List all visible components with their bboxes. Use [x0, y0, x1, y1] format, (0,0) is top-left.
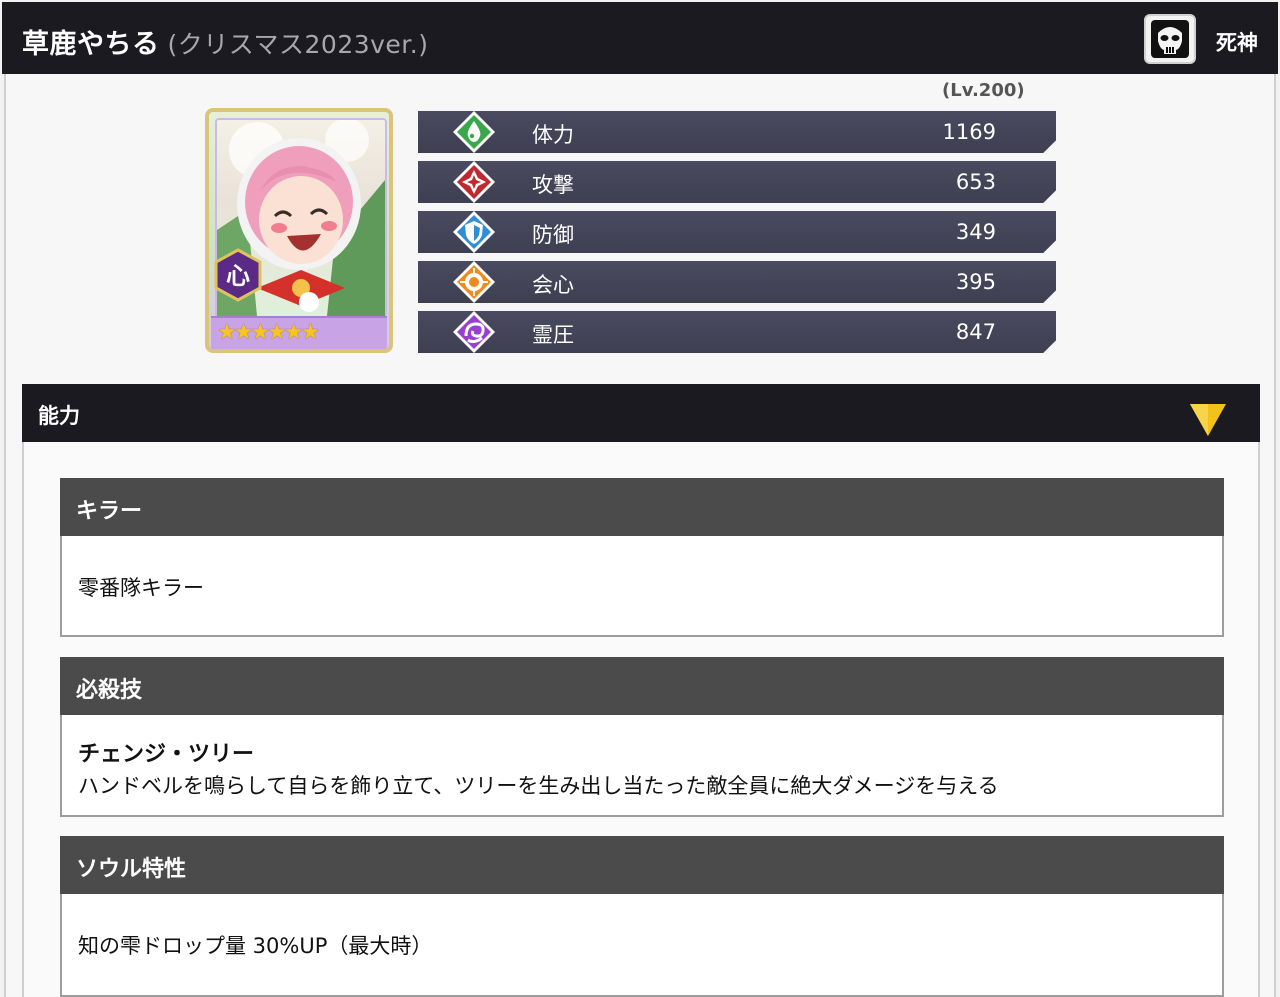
svg-text:心: 心 [226, 262, 250, 290]
section-title: ソウル特性 [76, 857, 187, 882]
stat-label: 防御 [532, 223, 574, 247]
stat-row-attack: 攻撃 653 [418, 161, 1056, 203]
level-label: (Lv.200) [942, 80, 1025, 101]
stat-value: 653 [955, 170, 996, 194]
faction-label: 死神 [1216, 31, 1258, 55]
stat-value: 1169 [942, 120, 996, 144]
page: 草鹿やちる (クリスマス2023ver.) 死神 心 ★★★★★★ (Lv.20… [0, 0, 1280, 997]
stat-value: 847 [955, 320, 996, 344]
section-header-soul: ソウル特性 [60, 836, 1224, 894]
character-name: 草鹿やちる [22, 29, 160, 60]
rarity-stars: ★★★★★★ [217, 320, 320, 345]
character-header: 草鹿やちる (クリスマス2023ver.) 死神 [2, 2, 1278, 74]
section-title: 必殺技 [76, 678, 143, 703]
stat-label: 霊圧 [532, 323, 574, 347]
section-body-special: チェンジ・ツリー ハンドベルを鳴らして自らを飾り立て、ツリーを生み出し当たった敵… [60, 715, 1224, 817]
skull-mask-icon [1144, 14, 1196, 64]
hp-drop-icon [452, 111, 496, 153]
ability-title: 能力 [38, 404, 80, 428]
section-header-special: 必殺技 [60, 657, 1224, 715]
character-card: 心 ★★★★★★ [205, 108, 393, 353]
stat-row-defense: 防御 349 [418, 211, 1056, 253]
stat-label: 攻撃 [532, 173, 574, 197]
stat-value: 349 [955, 220, 996, 244]
stat-value: 395 [955, 270, 996, 294]
ability-header[interactable]: 能力 [22, 384, 1260, 442]
character-version: (クリスマス2023ver.) [167, 30, 429, 59]
character-title: 草鹿やちる (クリスマス2023ver.) [22, 22, 429, 61]
spirit-pressure-icon [452, 311, 496, 353]
section-body-soul: 知の雫ドロップ量 30%UP（最大時） [60, 894, 1224, 997]
stat-label: 体力 [532, 123, 574, 147]
stat-row-hp: 体力 1169 [418, 111, 1056, 153]
section-text: 零番隊キラー [78, 576, 204, 600]
section-header-killer: キラー [60, 478, 1224, 536]
section-title: キラー [76, 499, 143, 524]
section-text: ハンドベルを鳴らして自らを飾り立て、ツリーを生み出し当たった敵全員に絶大ダメージ… [78, 774, 999, 798]
stat-row-spirit: 霊圧 847 [418, 311, 1056, 353]
rarity-bar: ★★★★★★ [211, 316, 387, 349]
defense-shield-icon [452, 211, 496, 253]
section-body-killer: 零番隊キラー [60, 536, 1224, 637]
collapse-triangle-icon[interactable] [1188, 402, 1228, 438]
attack-icon [452, 161, 496, 203]
section-text: 知の雫ドロップ量 30%UP（最大時） [78, 934, 433, 958]
critical-icon [452, 261, 496, 303]
skill-name: チェンジ・ツリー [78, 742, 255, 767]
stat-row-critical: 会心 395 [418, 261, 1056, 303]
stat-label: 会心 [532, 273, 574, 297]
kokoro-hexagon-icon: 心 [213, 248, 263, 302]
